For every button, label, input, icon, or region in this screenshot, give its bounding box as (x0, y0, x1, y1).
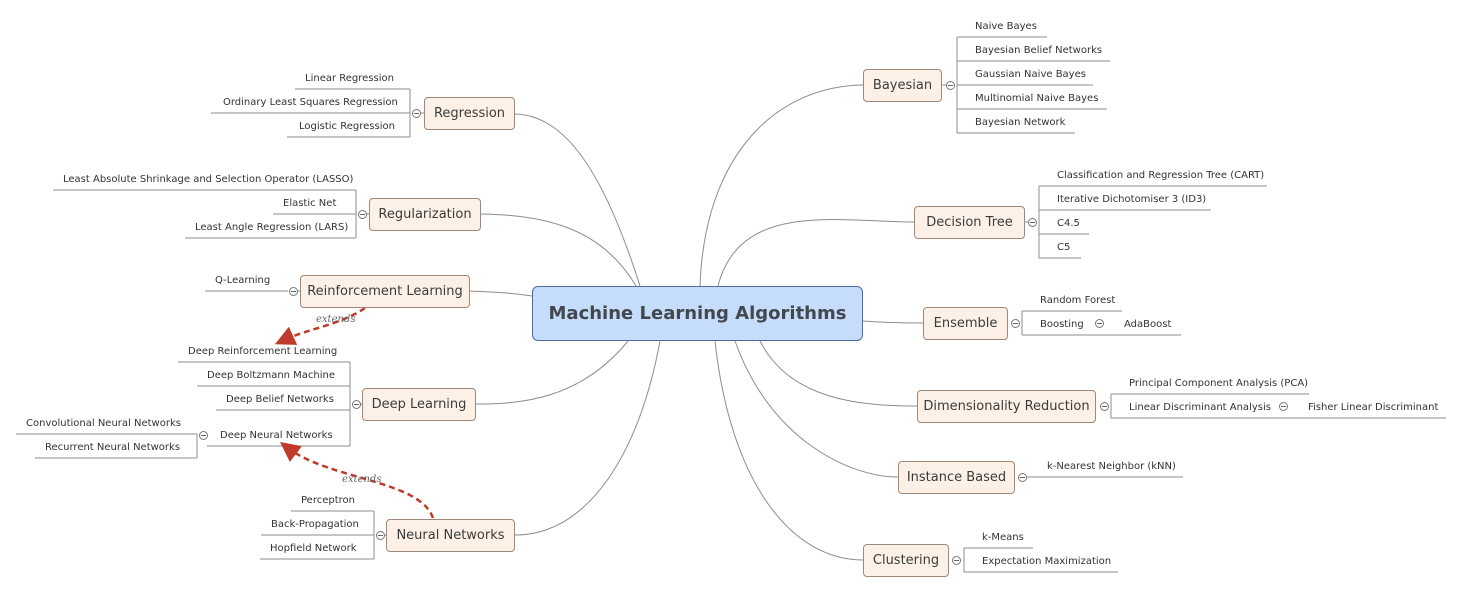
topic-neural-networks[interactable]: Neural Networks (386, 519, 515, 552)
topic-clustering[interactable]: Clustering (863, 544, 949, 577)
subtopic[interactable]: Deep Reinforcement Learning (188, 346, 337, 358)
subtopic[interactable]: Convolutional Neural Networks (26, 418, 181, 430)
topic-bayesian[interactable]: Bayesian (863, 69, 942, 102)
subtopic[interactable]: Expectation Maximization (982, 556, 1111, 568)
subtopic[interactable]: Elastic Net (283, 198, 336, 210)
topic-label: Neural Networks (396, 528, 505, 543)
connector-bayesian (699, 84, 864, 287)
collapse-toggle-icon[interactable] (1279, 402, 1288, 411)
subtopic[interactable]: Deep Belief Networks (226, 394, 334, 406)
topic-reinforcement-learning[interactable]: Reinforcement Learning (300, 275, 470, 308)
subtopic[interactable]: Perceptron (301, 495, 355, 507)
subtopic[interactable]: C4.5 (1057, 218, 1080, 230)
connector-decision-tree (717, 218, 915, 287)
subtopic[interactable]: Hopfield Network (270, 543, 357, 555)
connector-instance-based (734, 340, 899, 478)
topic-regularization[interactable]: Regularization (369, 198, 481, 231)
connector-regularization (480, 213, 637, 287)
topic-label: Deep Learning (371, 397, 467, 412)
collapse-toggle-icon[interactable] (1011, 319, 1020, 328)
subtopic[interactable]: Fisher Linear Discriminant (1308, 402, 1438, 414)
collapse-toggle-icon[interactable] (376, 531, 385, 540)
subtopic[interactable]: Boosting (1040, 319, 1084, 331)
subtopic[interactable]: Q-Learning (215, 275, 270, 287)
topic-label: Clustering (872, 553, 940, 568)
subtopic[interactable]: Least Absolute Shrinkage and Selection O… (63, 174, 353, 186)
topic-label: Decision Tree (926, 215, 1013, 230)
relationship-label: extends (316, 314, 356, 325)
subtopic[interactable]: Least Angle Regression (LARS) (195, 222, 348, 234)
connector-neural-networks (514, 340, 661, 536)
topic-label: Reinforcement Learning (307, 284, 463, 299)
subtopic[interactable]: Linear Regression (305, 73, 394, 85)
subtopic[interactable]: Naive Bayes (975, 21, 1037, 33)
connector-ensemble (862, 320, 924, 324)
collapse-toggle-icon[interactable] (1100, 402, 1109, 411)
topic-label: Dimensionality Reduction (923, 399, 1090, 414)
central-topic-label: Machine Learning Algorithms (548, 303, 847, 324)
topic-instance-based[interactable]: Instance Based (898, 461, 1015, 494)
collapse-toggle-icon[interactable] (358, 210, 367, 219)
collapse-toggle-icon[interactable] (199, 431, 208, 440)
subtopic[interactable]: Deep Neural Networks (220, 430, 333, 442)
connector-dimensionality (759, 340, 918, 407)
connector-reinforcement (469, 290, 533, 297)
topic-label: Regularization (378, 207, 472, 222)
topic-label: Instance Based (906, 470, 1007, 485)
collapse-toggle-icon[interactable] (946, 81, 955, 90)
relationship-label: extends (342, 474, 382, 485)
mind-map-canvas: Machine Learning Algorithms Regression R… (0, 0, 1462, 594)
topic-label: Regression (433, 106, 506, 121)
central-topic[interactable]: Machine Learning Algorithms (532, 286, 863, 341)
collapse-toggle-icon[interactable] (952, 556, 961, 565)
connector-deep-learning (475, 340, 629, 405)
topic-deep-learning[interactable]: Deep Learning (362, 388, 476, 421)
collapse-toggle-icon[interactable] (412, 109, 421, 118)
subtopic[interactable]: k-Means (982, 532, 1024, 544)
collapse-toggle-icon[interactable] (1095, 319, 1104, 328)
topic-label: Ensemble (933, 316, 998, 331)
subtopic[interactable]: Gaussian Naive Bayes (975, 69, 1086, 81)
collapse-toggle-icon[interactable] (1028, 218, 1037, 227)
subtopic[interactable]: C5 (1057, 242, 1070, 254)
topic-dimensionality-reduction[interactable]: Dimensionality Reduction (917, 390, 1096, 423)
subtopic[interactable]: Ordinary Least Squares Regression (223, 97, 398, 109)
topic-regression[interactable]: Regression (424, 97, 515, 130)
subtopic[interactable]: Linear Discriminant Analysis (1129, 402, 1271, 414)
subtopic[interactable]: Multinomial Naive Bayes (975, 93, 1098, 105)
topic-label: Bayesian (872, 78, 933, 93)
connector-clustering (714, 340, 864, 561)
subtopic[interactable]: AdaBoost (1124, 319, 1171, 331)
subtopic[interactable]: Random Forest (1040, 295, 1115, 307)
subtopic[interactable]: Back-Propagation (271, 519, 359, 531)
subtopic[interactable]: Bayesian Network (975, 117, 1065, 129)
subtopic[interactable]: Principal Component Analysis (PCA) (1129, 378, 1308, 390)
subtopic[interactable]: Classification and Regression Tree (CART… (1057, 170, 1264, 182)
collapse-toggle-icon[interactable] (352, 400, 361, 409)
subtopic[interactable]: Deep Boltzmann Machine (207, 370, 335, 382)
collapse-toggle-icon[interactable] (1018, 473, 1027, 482)
collapse-toggle-icon[interactable] (289, 287, 298, 296)
subtopic[interactable]: k-Nearest Neighbor (kNN) (1047, 461, 1176, 473)
connector-regression (514, 113, 641, 287)
subtopic[interactable]: Recurrent Neural Networks (45, 442, 180, 454)
subtopic[interactable]: Bayesian Belief Networks (975, 45, 1102, 57)
subtopic[interactable]: Iterative Dichotomiser 3 (ID3) (1057, 194, 1206, 206)
topic-ensemble[interactable]: Ensemble (923, 307, 1008, 340)
topic-decision-tree[interactable]: Decision Tree (914, 206, 1025, 239)
subtopic[interactable]: Logistic Regression (299, 121, 395, 133)
